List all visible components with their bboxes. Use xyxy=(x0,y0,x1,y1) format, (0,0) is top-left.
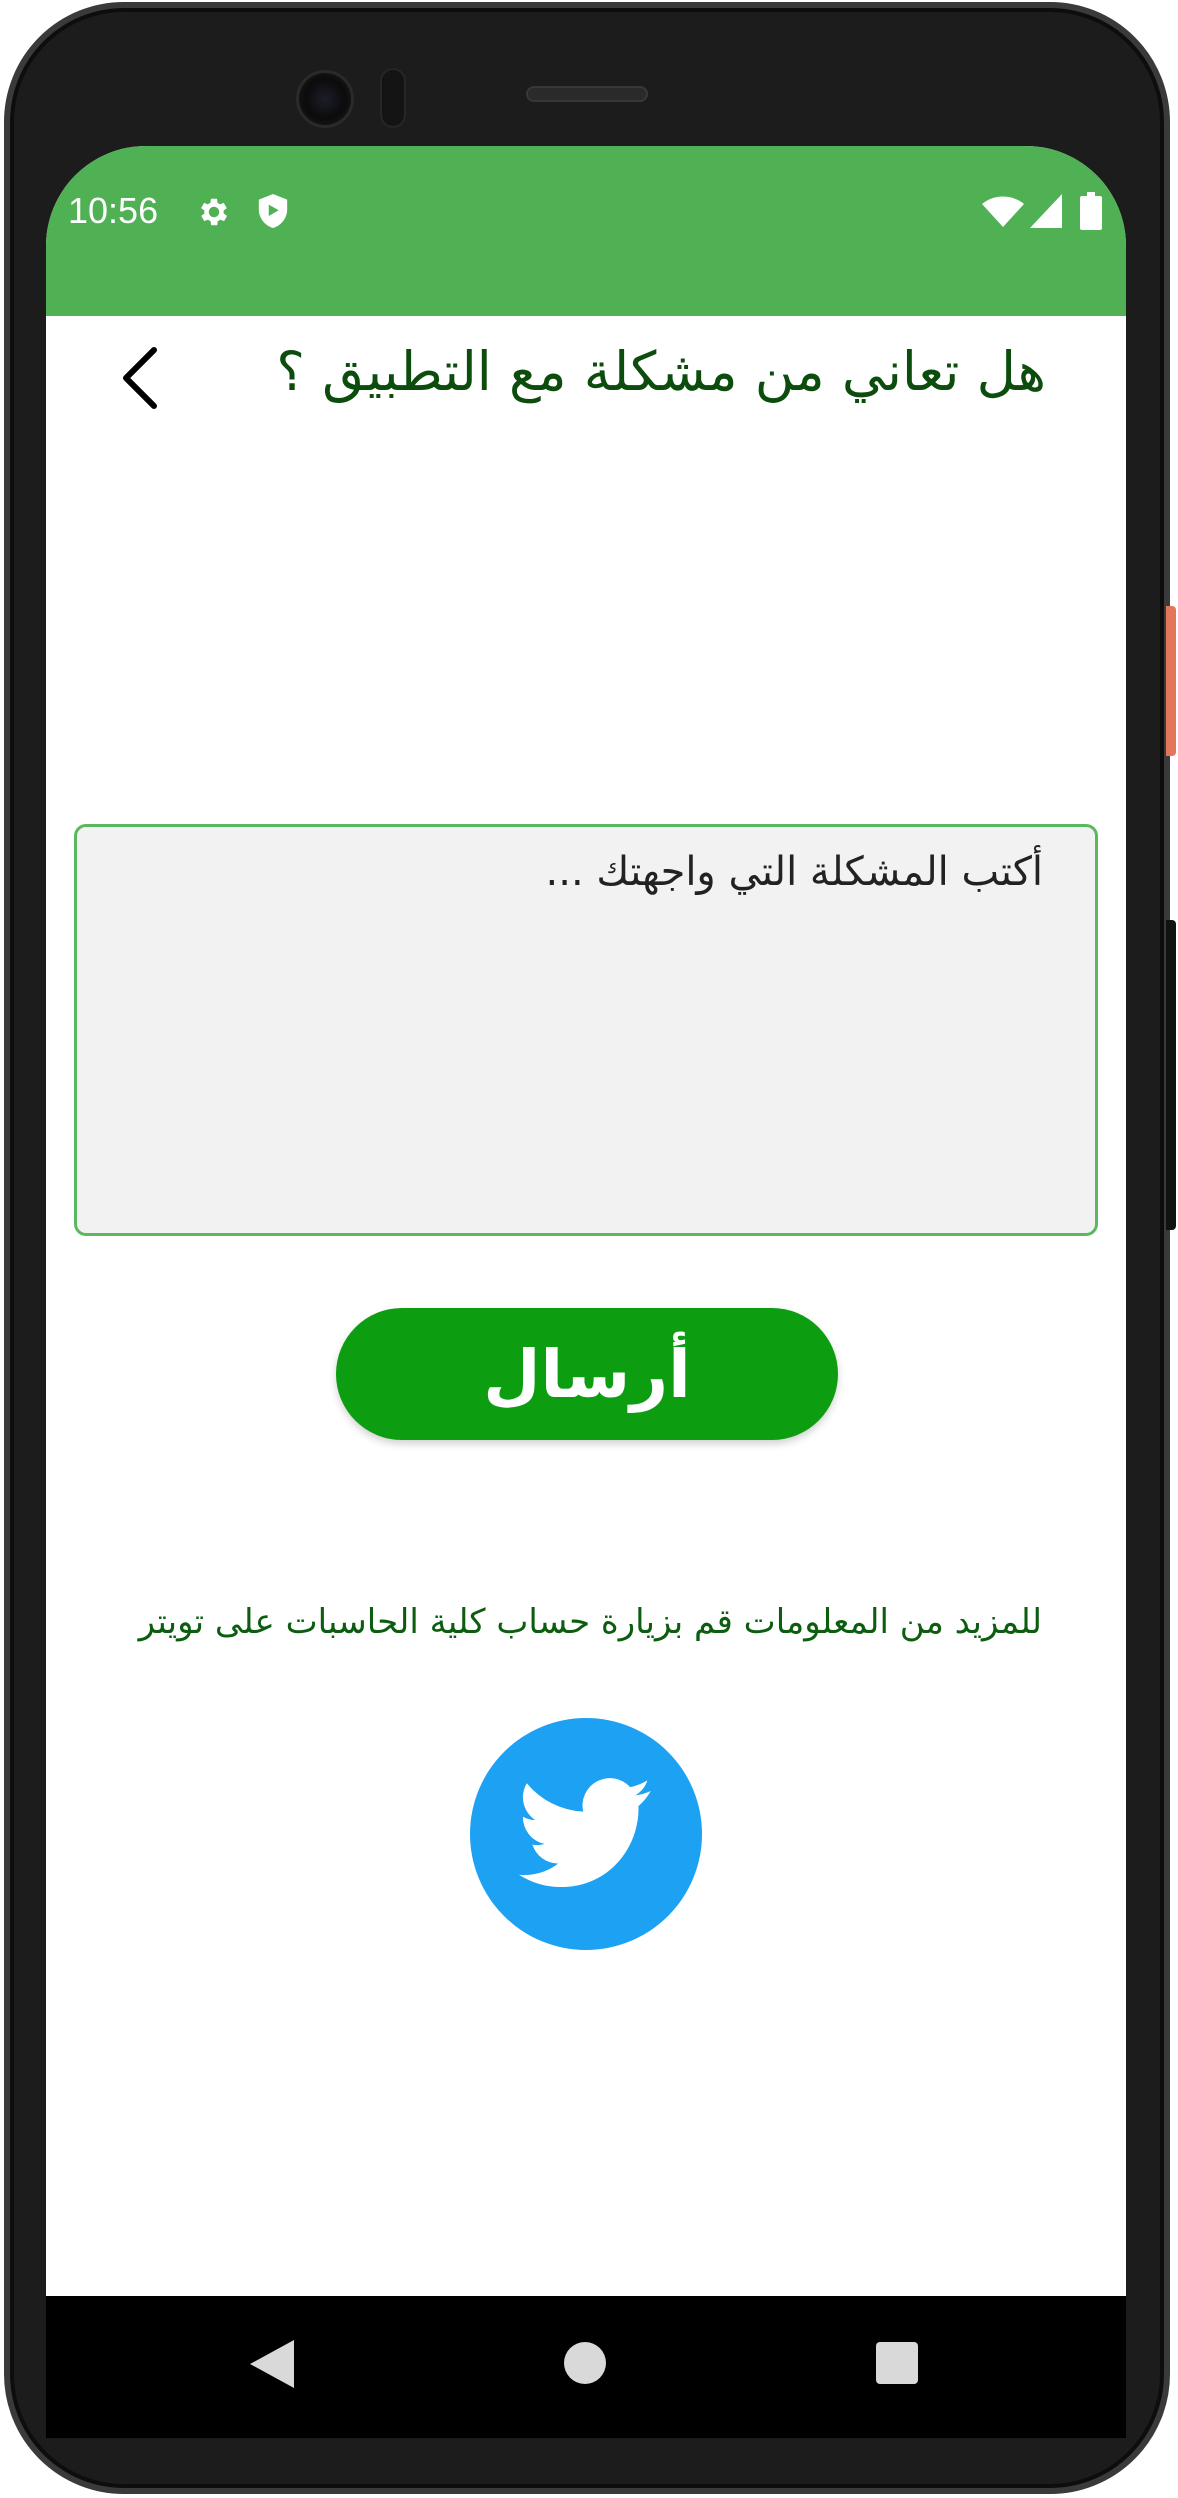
page-title: هل تعاني من مشكلة مع التطبيق ؟ xyxy=(276,340,1046,403)
settings-icon xyxy=(201,198,228,226)
chevron-left-icon xyxy=(123,347,157,409)
twitter-icon xyxy=(519,1778,651,1888)
back-button[interactable] xyxy=(110,338,170,418)
header: هل تعاني من مشكلة مع التطبيق ؟ xyxy=(46,316,1126,446)
bottom-chin xyxy=(46,2428,1126,2438)
volume-button xyxy=(1166,920,1176,1230)
status-time: 10:56 xyxy=(68,190,159,231)
nav-bar xyxy=(46,2296,1126,2428)
shield-icon xyxy=(258,194,288,228)
screen: 10:56 هل تعاني من مشكلة مع التطبيق ؟ أكت… xyxy=(46,146,1126,2428)
wifi-icon xyxy=(982,196,1024,227)
proximity-sensor xyxy=(380,68,406,128)
home-circle-icon[interactable] xyxy=(564,2342,606,2384)
front-camera xyxy=(296,70,354,128)
earpiece-speaker xyxy=(526,86,648,102)
power-button xyxy=(1166,606,1176,756)
problem-textarea[interactable] xyxy=(74,824,1098,1236)
phone-frame: 10:56 هل تعاني من مشكلة مع التطبيق ؟ أكت… xyxy=(0,0,1178,2498)
twitter-button[interactable] xyxy=(470,1718,702,1950)
send-button[interactable]: أرسال xyxy=(336,1308,838,1440)
signal-icon xyxy=(1030,194,1062,228)
battery-icon xyxy=(1080,192,1102,230)
recents-square-icon[interactable] xyxy=(876,2342,918,2384)
back-triangle-icon[interactable] xyxy=(250,2340,294,2388)
send-button-label: أرسال xyxy=(483,1335,691,1413)
status-bar: 10:56 xyxy=(46,146,1126,316)
info-text: للمزيد من المعلومات قم بزيارة حساب كلية … xyxy=(138,1602,1042,1642)
